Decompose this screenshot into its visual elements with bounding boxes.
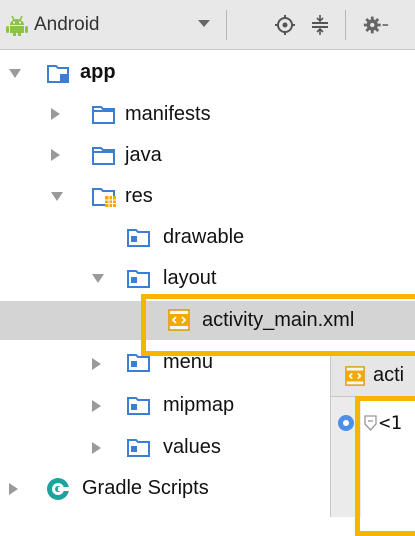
resource-subfolder-icon xyxy=(127,270,150,288)
highlight-box-editor xyxy=(355,396,415,536)
tree-node-label: app xyxy=(80,61,116,83)
editor-tab-activity-main[interactable]: acti xyxy=(331,356,415,397)
module-folder-icon xyxy=(47,65,69,83)
project-view-label: Android xyxy=(34,14,100,35)
resource-subfolder-icon xyxy=(127,397,150,415)
project-view-dropdown[interactable]: Android xyxy=(6,7,220,43)
tree-node-label: mipmap xyxy=(163,394,235,416)
gradle-icon xyxy=(47,478,69,500)
project-toolbar: Android xyxy=(0,0,415,50)
toolbar-separator xyxy=(226,10,227,40)
expand-arrow-icon[interactable] xyxy=(92,274,104,283)
tree-node-res[interactable]: res xyxy=(0,177,415,216)
folder-icon xyxy=(92,147,115,165)
editor-tab-label: acti xyxy=(373,364,405,386)
expand-arrow-icon[interactable] xyxy=(92,442,101,454)
highlight-box-activity-main xyxy=(141,294,415,356)
expand-arrow-icon[interactable] xyxy=(51,108,60,120)
expand-arrow-icon[interactable] xyxy=(92,400,101,412)
expand-arrow-icon[interactable] xyxy=(9,69,21,78)
expand-arrow-icon[interactable] xyxy=(51,192,63,201)
tree-node-label: manifests xyxy=(125,103,211,125)
tree-node-label: Gradle Scripts xyxy=(82,477,209,499)
editor-marker-icon[interactable] xyxy=(336,413,356,433)
tree-node-app[interactable]: app xyxy=(0,54,415,93)
gear-icon xyxy=(363,16,389,34)
folder-icon xyxy=(92,106,115,124)
settings-button[interactable] xyxy=(362,11,390,39)
tree-node-label: res xyxy=(125,185,153,207)
android-icon xyxy=(6,15,28,36)
xml-file-icon xyxy=(345,366,365,386)
scroll-from-source-button[interactable] xyxy=(271,11,299,39)
collapse-all-button[interactable] xyxy=(306,11,334,39)
tree-node-label: drawable xyxy=(163,226,245,248)
collapse-icon xyxy=(312,15,328,35)
tree-node-label: java xyxy=(125,144,162,166)
resource-subfolder-icon xyxy=(127,439,150,457)
resource-subfolder-icon xyxy=(127,229,150,247)
tree-node-label: values xyxy=(163,436,221,458)
tree-node-layout[interactable]: layout xyxy=(0,259,415,298)
toolbar-separator xyxy=(345,10,346,40)
tree-node-manifests[interactable]: manifests xyxy=(0,95,415,134)
expand-arrow-icon[interactable] xyxy=(92,358,101,370)
target-icon xyxy=(275,15,295,35)
expand-arrow-icon[interactable] xyxy=(9,483,18,495)
tree-node-java[interactable]: java xyxy=(0,136,415,175)
tree-node-label: layout xyxy=(163,267,217,289)
resource-folder-icon xyxy=(92,188,116,207)
tree-node-drawable[interactable]: drawable xyxy=(0,218,415,257)
expand-arrow-icon[interactable] xyxy=(51,149,60,161)
resource-subfolder-icon xyxy=(127,354,150,372)
chevron-down-icon xyxy=(198,20,210,27)
